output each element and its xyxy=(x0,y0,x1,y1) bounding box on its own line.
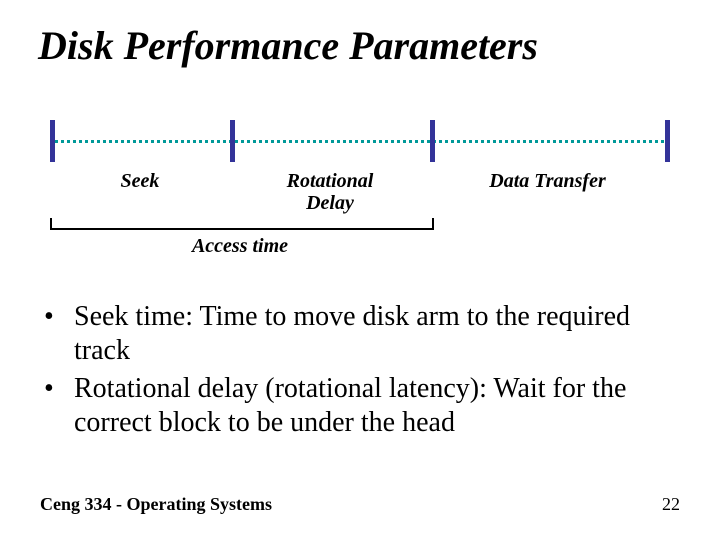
label-access-time: Access time xyxy=(50,235,430,258)
bullet-icon: • xyxy=(40,372,74,406)
bullet-text: Rotational delay (rotational latency): W… xyxy=(74,372,680,440)
label-data-transfer: Data Transfer xyxy=(430,170,665,193)
bullet-list: • Seek time: Time to move disk arm to th… xyxy=(40,300,680,444)
bullet-icon: • xyxy=(40,300,74,334)
bullet-item: • Rotational delay (rotational latency):… xyxy=(40,372,680,440)
footer-page-number: 22 xyxy=(662,494,680,515)
slide-title: Disk Performance Parameters xyxy=(38,22,538,69)
tick-rot-end xyxy=(430,120,435,162)
tick-end xyxy=(665,120,670,162)
slide: Disk Performance Parameters Seek Rotatio… xyxy=(0,0,720,540)
footer-course: Ceng 334 - Operating Systems xyxy=(40,494,272,515)
timing-diagram: Seek Rotational Delay Data Transfer Acce… xyxy=(50,120,670,240)
timeline-axis xyxy=(50,140,670,143)
tick-seek-end xyxy=(230,120,235,162)
bracket-access-time xyxy=(50,218,434,230)
bullet-item: • Seek time: Time to move disk arm to th… xyxy=(40,300,680,368)
label-seek: Seek xyxy=(50,170,230,193)
bullet-text: Seek time: Time to move disk arm to the … xyxy=(74,300,680,368)
label-rotational-delay: Rotational Delay xyxy=(230,170,430,214)
tick-start xyxy=(50,120,55,162)
